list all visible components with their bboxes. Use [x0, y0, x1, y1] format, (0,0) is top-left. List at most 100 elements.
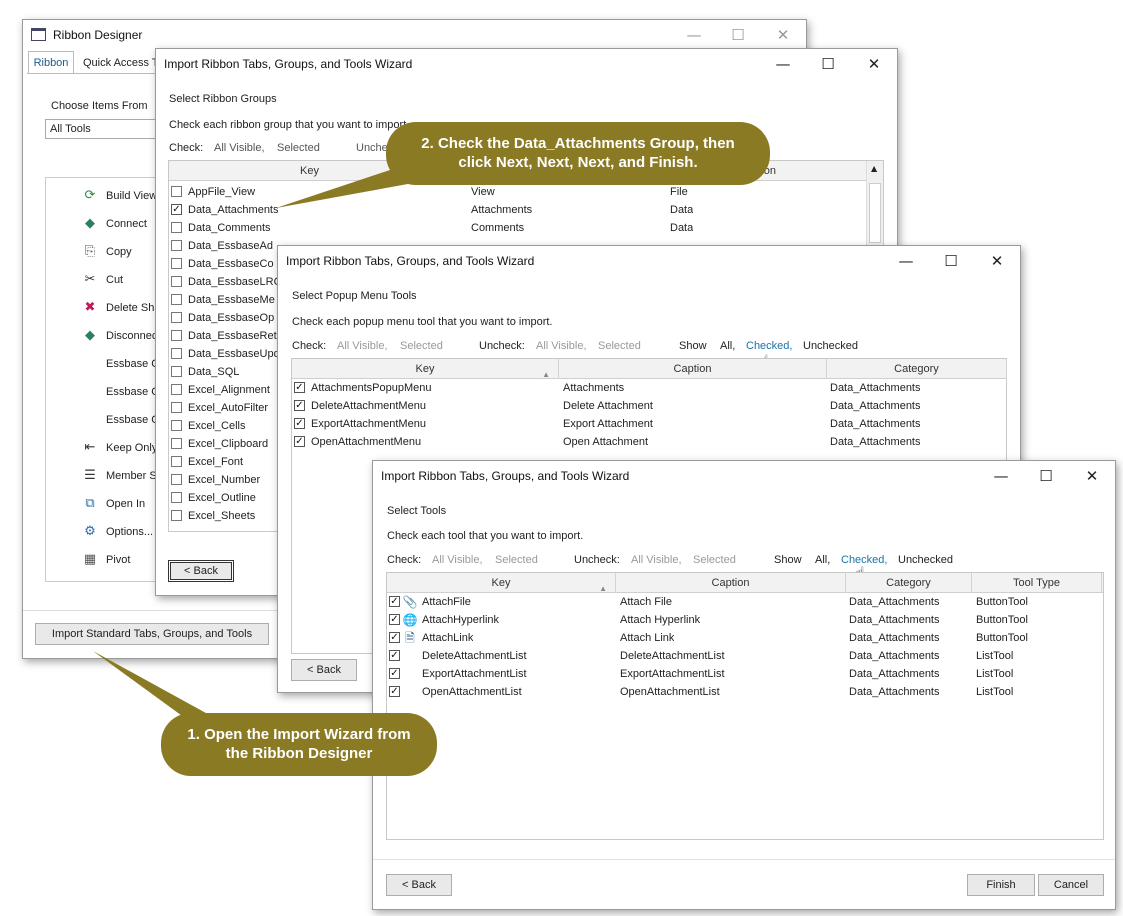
table-row[interactable]: ✓ 🌐 AttachHyperlink Attach Hyperlink Data_At… [387, 611, 1103, 629]
tools-list[interactable]: ⟳ Build View ◆ Connect ⎘ Copy ✂ Cut ✖ Delete Sh ◆ D… [45, 177, 157, 582]
tool-list-item[interactable]: ☰ Member S [46, 466, 156, 488]
wizard2-col-caption[interactable]: Caption [559, 359, 827, 379]
row-checkbox[interactable] [171, 294, 182, 305]
row-checkbox[interactable] [171, 474, 182, 485]
tool-list-item[interactable]: Essbase C [46, 382, 156, 404]
row-checkbox[interactable] [171, 456, 182, 467]
close-button[interactable]: ✕ [766, 24, 800, 46]
wizard3-show-all[interactable]: All, [815, 554, 830, 566]
tab-ribbon[interactable]: Ribbon [28, 51, 74, 73]
wizard3-uncheck-selected[interactable]: Selected [693, 554, 736, 566]
row-checkbox[interactable]: ✓ [389, 668, 400, 679]
row-checkbox[interactable]: ✓ [389, 632, 400, 643]
wizard2-back-button[interactable]: < Back [291, 659, 357, 681]
wizard1-check-selected[interactable]: Selected [277, 142, 320, 154]
tool-list-item[interactable]: ◆ Disconnec [46, 326, 156, 348]
wizard3-finish-button[interactable]: Finish [967, 874, 1035, 896]
row-checkbox[interactable]: ✓ [171, 204, 182, 215]
wizard1-check-all-visible[interactable]: All Visible, [214, 142, 265, 154]
table-row[interactable]: ✓ DeleteAttachmentMenu Delete Attachment Da… [292, 397, 1006, 415]
row-checkbox[interactable] [171, 222, 182, 233]
minimize-button[interactable]: — [766, 53, 800, 75]
maximize-button[interactable]: ☐ [721, 24, 755, 46]
wizard2-uncheck-selected[interactable]: Selected [598, 340, 641, 352]
tool-list-item[interactable]: ◆ Connect [46, 214, 156, 236]
wizard1-back-button[interactable]: < Back [168, 560, 234, 582]
table-row[interactable]: ✓ 📎 AttachFile Attach File Data_Attachments B… [387, 593, 1103, 611]
close-button[interactable]: ✕ [1075, 465, 1109, 487]
minimize-button[interactable]: — [984, 465, 1018, 487]
minimize-button[interactable]: — [889, 250, 923, 272]
wizard3-col-caption[interactable]: Caption [616, 573, 846, 593]
import-standard-button[interactable]: Import Standard Tabs, Groups, and Tools [35, 623, 269, 645]
row-checkbox[interactable] [171, 366, 182, 377]
tool-list-item[interactable]: Essbase C [46, 410, 156, 432]
wizard3-back-button[interactable]: < Back [386, 874, 452, 896]
row-checkbox[interactable] [171, 384, 182, 395]
row-checkbox[interactable]: ✓ [389, 650, 400, 661]
row-checkbox[interactable] [171, 438, 182, 449]
table-row[interactable]: ✓ OpenAttachmentList OpenAttachmentList Dat… [387, 683, 1103, 701]
tool-list-item[interactable]: ✂ Cut [46, 270, 156, 292]
wizard2-show-unchecked[interactable]: Unchecked [803, 340, 858, 352]
row-checkbox[interactable] [171, 276, 182, 287]
tool-list-item[interactable]: ⟳ Build View [46, 186, 156, 208]
wizard3-col-key[interactable]: Key ▲ [387, 573, 616, 593]
row-checkbox[interactable] [171, 330, 182, 341]
table-row[interactable]: ✓ OpenAttachmentMenu Open Attachment Data_A… [292, 433, 1006, 451]
tool-list-item[interactable]: ▦ Pivot [46, 550, 156, 572]
maximize-button[interactable]: ☐ [934, 250, 968, 272]
row-checkbox[interactable] [171, 402, 182, 413]
close-button[interactable]: ✕ [857, 53, 891, 75]
row-checkbox[interactable]: ✓ [294, 436, 305, 447]
table-row[interactable]: ✓ DeleteAttachmentList DeleteAttachmentLis… [387, 647, 1103, 665]
tool-list-item[interactable]: ⇤ Keep Only [46, 438, 156, 460]
maximize-button[interactable]: ☐ [811, 53, 845, 75]
tool-list-item[interactable]: ⚙ Options... [46, 522, 156, 544]
scroll-up-icon[interactable]: ▲ [871, 164, 877, 173]
row-checkbox[interactable]: ✓ [389, 686, 400, 697]
table-row[interactable]: ✓ Data_Attachments Attachments Data [169, 201, 883, 219]
row-checkbox[interactable] [171, 348, 182, 359]
row-checkbox[interactable] [171, 258, 182, 269]
wizard3-show-unchecked[interactable]: Unchecked [898, 554, 953, 566]
wizard3-col-tooltype[interactable]: Tool Type [972, 573, 1102, 593]
wizard3-tools-grid[interactable]: Key ▲ Caption Category Tool Type ✓ 📎 Attach… [386, 572, 1104, 840]
tool-list-item[interactable]: ⧉ Open In [46, 494, 156, 516]
table-row[interactable]: ✓ AttachmentsPopupMenu Attachments Data_Att… [292, 379, 1006, 397]
wizard3-col-category[interactable]: Category [846, 573, 972, 593]
wizard2-col-category[interactable]: Category [827, 359, 1007, 379]
wizard2-check-selected[interactable]: Selected [400, 340, 443, 352]
row-checkbox[interactable]: ✓ [389, 614, 400, 625]
row-checkbox[interactable]: ✓ [294, 382, 305, 393]
table-row[interactable]: Data_Comments Comments Data [169, 219, 883, 237]
wizard3-cancel-button[interactable]: Cancel [1038, 874, 1104, 896]
table-row[interactable]: ✓ ExportAttachmentList ExportAttachmentLis… [387, 665, 1103, 683]
wizard3-uncheck-all-visible[interactable]: All Visible, [631, 554, 682, 566]
table-row[interactable]: ✓ 🗎 AttachLink Attach Link Data_Attachments B… [387, 629, 1103, 647]
row-checkbox[interactable] [171, 240, 182, 251]
maximize-button[interactable]: ☐ [1029, 465, 1063, 487]
tab-quick-access[interactable]: Quick Access T [76, 53, 166, 73]
minimize-button[interactable]: — [677, 24, 711, 46]
row-checkbox[interactable] [171, 492, 182, 503]
tool-list-item[interactable]: ⎘ Copy [46, 242, 156, 264]
wizard2-col-key[interactable]: Key ▲ [292, 359, 559, 379]
table-row[interactable]: ✓ ExportAttachmentMenu Export Attachment Da… [292, 415, 1006, 433]
wizard2-uncheck-all-visible[interactable]: All Visible, [536, 340, 587, 352]
wizard2-show-checked[interactable]: Checked, [746, 340, 792, 352]
wizard2-check-all-visible[interactable]: All Visible, [337, 340, 388, 352]
close-button[interactable]: ✕ [980, 250, 1014, 272]
row-checkbox[interactable]: ✓ [389, 596, 400, 607]
tool-list-item[interactable]: Essbase C [46, 354, 156, 376]
row-checkbox[interactable] [171, 312, 182, 323]
wizard1-scroll-thumb[interactable] [869, 183, 881, 243]
row-checkbox[interactable] [171, 510, 182, 521]
tool-list-item[interactable]: ✖ Delete Sh [46, 298, 156, 320]
wizard2-show-all[interactable]: All, [720, 340, 735, 352]
row-checkbox[interactable]: ✓ [294, 400, 305, 411]
wizard3-check-selected[interactable]: Selected [495, 554, 538, 566]
row-checkbox[interactable] [171, 420, 182, 431]
table-row[interactable]: AppFile_View View File [169, 183, 883, 201]
wizard3-check-all-visible[interactable]: All Visible, [432, 554, 483, 566]
